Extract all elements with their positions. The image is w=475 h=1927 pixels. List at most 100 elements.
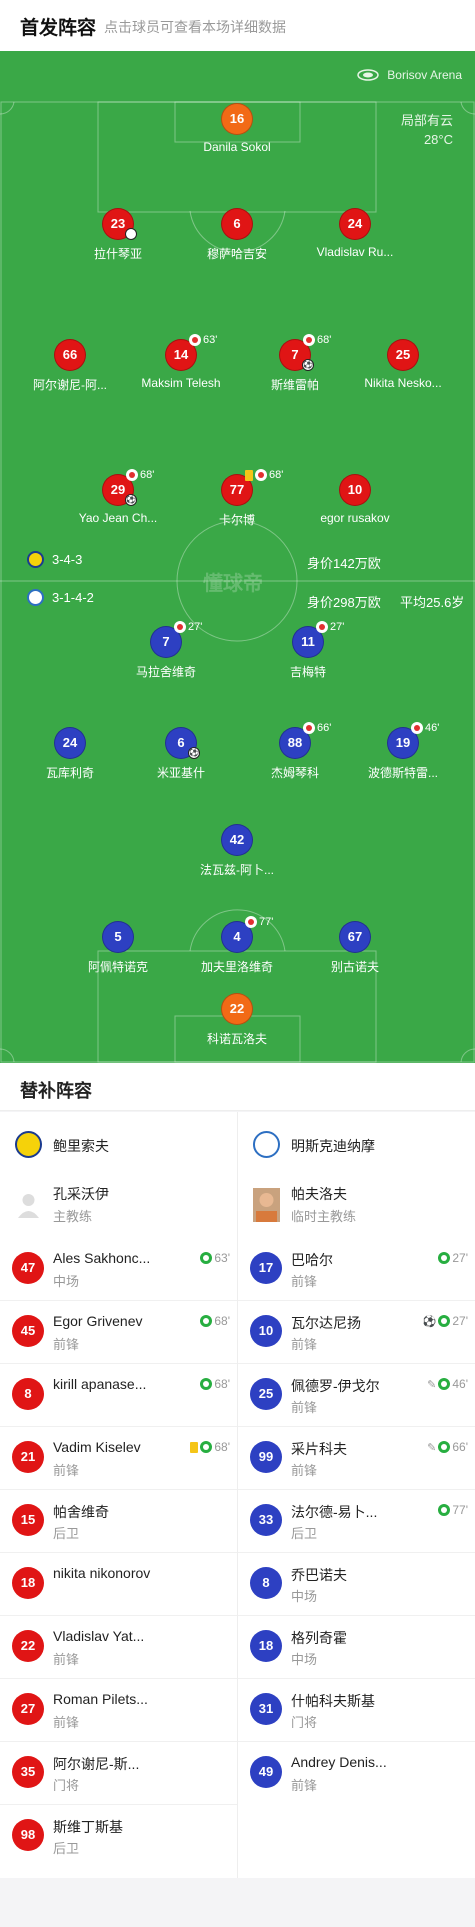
pitch-player[interactable]: 16 Danila Sokol [182,103,292,154]
sub-player-row[interactable]: 18 格列奇霍 中场 [238,1616,475,1679]
player-number: 33 [250,1504,282,1536]
pitch-player[interactable]: 67 别古诺夫 [300,921,410,975]
pitch-player[interactable]: 42 法瓦兹-阿卜... [182,824,292,878]
sub-player-row[interactable]: 21 Vadim Kiselev 前锋 68' [0,1427,237,1490]
away-formation: 3-1-4-2 [27,589,94,606]
away-coach-row[interactable]: 帕夫洛夫 临时主教练 [238,1174,475,1238]
pitch-player[interactable]: 19 46' 波德斯特雷... [348,722,458,781]
home-team-name: 鲍里索夫 [53,1138,109,1154]
home-team-logo [27,551,44,568]
home-team-row[interactable]: 鲍里索夫 [0,1112,237,1174]
player-position: 前锋 [53,1463,80,1478]
player-name: 帕舍维奇 [53,1504,109,1520]
player-number: 16 [221,103,253,135]
stadium-icon [357,69,380,81]
home-coach-row[interactable]: 孔采沃伊 主教练 [0,1174,237,1238]
sub-in-info: 63' [200,1251,230,1265]
player-number: 22 [12,1630,44,1662]
pitch-player[interactable]: 7 27' 马拉舍维奇 [111,621,221,680]
sub-time: 77' [259,916,274,928]
pitch-player[interactable]: 23 拉什琴亚 [63,208,173,262]
sub-out-info: 66' [303,722,331,734]
coach-photo [253,1188,280,1222]
sub-player-row[interactable]: 33 法尔德-易卜... 后卫 77' [238,1490,475,1553]
pitch-player[interactable]: 14 63' Maksim Telesh [126,334,236,390]
pitch-player[interactable]: 88 66' 杰姆琴科 [240,722,350,781]
pitch-player[interactable]: 29 68' ⚽ Yao Jean Ch... [63,469,173,525]
player-number: 15 [12,1504,44,1536]
sub-player-row[interactable]: 27 Roman Pilets... 前锋 [0,1679,237,1742]
player-name: 阿佩特诺克 [87,960,148,974]
sub-player-row[interactable]: 31 什帕科夫斯基 门将 [238,1679,475,1742]
pitch-player[interactable]: 24 瓦库利奇 [15,727,125,781]
player-number: 10 [339,474,371,506]
sub-in-info: ⚽ 27' [423,1314,468,1328]
sub-player-row[interactable]: 35 阿尔谢尼-斯... 门将 [0,1742,237,1805]
player-name: Nikita Nesko... [364,376,442,390]
sub-in-icon [438,1378,451,1390]
player-position: 前锋 [291,1463,318,1478]
pitch-player[interactable]: 6 穆萨哈吉安 [182,208,292,262]
player-number: 45 [12,1315,44,1347]
player-name: 加夫里洛维奇 [200,960,273,974]
sub-player-row[interactable]: 47 Ales Sakhonc... 中场 63' [0,1238,237,1301]
pitch-player[interactable]: 10 egor rusakov [300,474,410,525]
pitch-player[interactable]: 5 阿佩特诺克 [63,921,173,975]
player-number: 49 [250,1756,282,1788]
player-number: 21 [12,1441,44,1473]
player-name: Yao Jean Ch... [78,511,158,525]
pitch-player[interactable]: 24 Vladislav Ru... [300,208,410,259]
sub-player-row[interactable]: 10 瓦尔达尼扬 前锋 ⚽ 27' [238,1301,475,1364]
player-position: 中场 [53,1274,80,1289]
temperature-text: 28°C [423,132,453,147]
subs-title: 替补阵容 [20,1081,92,1101]
sub-player-row[interactable]: 25 佩德罗-伊戈尔 前锋 ✎ 46' [238,1364,475,1427]
sub-player-row[interactable]: 98 斯维丁斯基 后卫 [0,1805,237,1868]
player-name: kirill apanase... [53,1376,147,1392]
player-number: 25 [250,1378,282,1410]
player-position: 前锋 [291,1400,318,1415]
home-team-logo [15,1131,42,1158]
sub-player-row[interactable]: 49 Andrey Denis... 前锋 [238,1742,475,1805]
sub-out-icon [189,334,201,346]
sub-in-time: 46' [452,1377,468,1391]
player-name: 吉梅特 [289,665,326,679]
sub-in-info: ✎ 66' [427,1440,468,1454]
player-number: 47 [12,1252,44,1284]
sub-player-row[interactable]: 45 Egor Grivenev 前锋 68' [0,1301,237,1364]
sub-player-row[interactable]: 8 乔巴诺夫 中场 [238,1553,475,1616]
pitch-player[interactable]: 25 Nikita Nesko... [348,339,458,390]
coach-role: 主教练 [53,1209,93,1224]
sub-in-icon [438,1315,451,1327]
pitch-player[interactable]: 6 ⚽ 米亚基什 [126,727,236,781]
pitch-player[interactable]: 22 科诺瓦洛夫 [182,993,292,1047]
sub-player-row[interactable]: 8 kirill apanase... 68' [0,1364,237,1427]
player-name: Vladislav Ru... [316,245,394,259]
pitch-player[interactable]: 66 阿尔谢尼-阿... [15,339,125,393]
sub-player-row[interactable]: 22 Vladislav Yat... 前锋 [0,1616,237,1679]
player-position: 中场 [291,1589,318,1604]
player-name: 别古诺夫 [330,960,379,974]
coach-name: 孔采沃伊 [53,1186,109,1202]
pitch-player[interactable]: 77 68' 卡尔博 [182,469,292,528]
player-number: 17 [250,1252,282,1284]
player-name: 巴哈尔 [291,1252,333,1268]
sub-out-icon [303,722,315,734]
player-number: 5 [102,921,134,953]
pitch-player[interactable]: 7 68' ⚽ 斯维雷帕 [240,334,350,393]
sub-player-row[interactable]: 18 nikita nikonorov [0,1553,237,1616]
coach-avatar-placeholder-icon [18,1194,39,1218]
pitch-player[interactable]: 4 77' 加夫里洛维奇 [182,916,292,975]
player-name: 科诺瓦洛夫 [206,1032,267,1046]
sub-in-icon [200,1252,213,1264]
sub-out-icon [245,916,257,928]
sub-player-row[interactable]: 99 采片科夫 前锋 ✎ 66' [238,1427,475,1490]
pitch-player[interactable]: 11 27' 吉梅特 [253,621,363,680]
sub-in-icon [200,1441,213,1453]
away-team-row[interactable]: 明斯克迪纳摩 [238,1112,475,1174]
goal-ball-icon: ⚽ [125,494,137,506]
player-position: 前锋 [53,1652,80,1667]
player-number: 24 [54,727,86,759]
sub-player-row[interactable]: 15 帕舍维奇 后卫 [0,1490,237,1553]
sub-player-row[interactable]: 17 巴哈尔 前锋 27' [238,1238,475,1301]
